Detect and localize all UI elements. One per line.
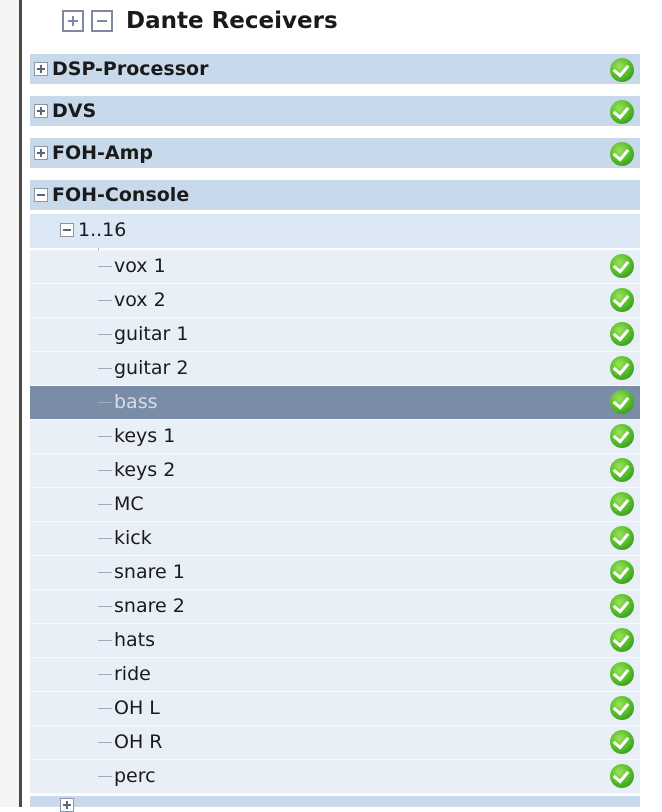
check-icon [610, 100, 634, 124]
check-icon [610, 356, 634, 380]
tree-connector [98, 606, 112, 607]
check-icon [610, 142, 634, 166]
tree-connector [98, 572, 112, 573]
channel-row[interactable]: hats [30, 624, 640, 658]
collapse-icon[interactable] [34, 188, 48, 202]
channel-row[interactable]: snare 1 [30, 556, 640, 590]
tree-connector [98, 504, 112, 505]
channel-row[interactable]: OH L [30, 692, 640, 726]
expand-icon[interactable] [34, 62, 48, 76]
check-icon [610, 628, 634, 652]
tree-connector [98, 436, 112, 437]
tree-connector [98, 402, 112, 403]
channel-row[interactable]: OH R [30, 726, 640, 760]
device-label: DSP-Processor [52, 58, 209, 80]
channel-label: MC [114, 493, 144, 515]
device-label: FOH-Console [52, 184, 190, 206]
tree-item-group-1-16[interactable]: 1..16 [30, 214, 640, 248]
channel-label: OH R [114, 731, 163, 753]
channel-row[interactable]: guitar 2 [30, 352, 640, 386]
expand-all-icon[interactable] [62, 10, 84, 32]
check-icon [610, 424, 634, 448]
tree-connector [98, 742, 112, 743]
channel-row[interactable]: keys 2 [30, 454, 640, 488]
tree-item-next[interactable] [30, 796, 640, 812]
channel-row[interactable]: kick [30, 522, 640, 556]
expand-icon[interactable] [34, 146, 48, 160]
expand-icon[interactable] [60, 798, 74, 812]
tree-item-foh-amp[interactable]: FOH-Amp [30, 138, 640, 168]
channel-row[interactable]: vox 1 [30, 250, 640, 284]
tree-connector [98, 470, 112, 471]
channel-row[interactable]: keys 1 [30, 420, 640, 454]
tree-connector [98, 368, 112, 369]
tree-item-foh-console[interactable]: FOH-Console [30, 180, 640, 210]
tree-connector [98, 538, 112, 539]
check-icon [610, 390, 634, 414]
channel-row[interactable]: ride [30, 658, 640, 692]
channel-label: kick [114, 527, 152, 549]
channel-label: keys 2 [114, 459, 176, 481]
group-label: 1..16 [78, 219, 127, 241]
channel-label: snare 1 [114, 561, 185, 583]
channel-row-selected[interactable]: bass [30, 386, 640, 420]
channel-label: bass [114, 391, 158, 413]
tree-header: Dante Receivers [62, 4, 338, 38]
check-icon [610, 730, 634, 754]
check-icon [610, 696, 634, 720]
channel-row[interactable]: vox 2 [30, 284, 640, 318]
channel-label: perc [114, 765, 156, 787]
check-icon [610, 58, 634, 82]
check-icon [610, 662, 634, 686]
check-icon [610, 322, 634, 346]
channel-label: guitar 1 [114, 323, 189, 345]
collapse-icon[interactable] [60, 223, 74, 237]
check-icon [610, 594, 634, 618]
check-icon [610, 560, 634, 584]
channel-label: ride [114, 663, 151, 685]
tree-connector [98, 640, 112, 641]
channel-row[interactable]: snare 2 [30, 590, 640, 624]
channel-row[interactable]: MC [30, 488, 640, 522]
tree-connector [98, 334, 112, 335]
check-icon [610, 458, 634, 482]
check-icon [610, 764, 634, 788]
channel-row[interactable]: guitar 1 [30, 318, 640, 352]
channel-label: keys 1 [114, 425, 176, 447]
channel-row[interactable]: perc [30, 760, 640, 794]
channel-label: OH L [114, 697, 160, 719]
device-label: FOH-Amp [52, 142, 154, 164]
tree-item-dvs[interactable]: DVS [30, 96, 640, 126]
channel-label: guitar 2 [114, 357, 189, 379]
tree-connector [98, 300, 112, 301]
tree-title: Dante Receivers [126, 8, 338, 34]
check-icon [610, 526, 634, 550]
channel-label: snare 2 [114, 595, 185, 617]
check-icon [610, 254, 634, 278]
tree-connector [98, 266, 112, 267]
expand-icon[interactable] [34, 104, 48, 118]
check-icon [610, 492, 634, 516]
tree-connector [98, 674, 112, 675]
tree-connector [98, 776, 112, 777]
tree-item-dsp-processor[interactable]: DSP-Processor [30, 54, 640, 84]
channel-label: vox 1 [114, 255, 166, 277]
channel-label: hats [114, 629, 156, 651]
channel-label: vox 2 [114, 289, 166, 311]
collapse-all-icon[interactable] [91, 10, 113, 32]
tree-connector [98, 708, 112, 709]
window-left-border [0, 0, 22, 807]
device-label: DVS [52, 100, 97, 122]
check-icon [610, 288, 634, 312]
